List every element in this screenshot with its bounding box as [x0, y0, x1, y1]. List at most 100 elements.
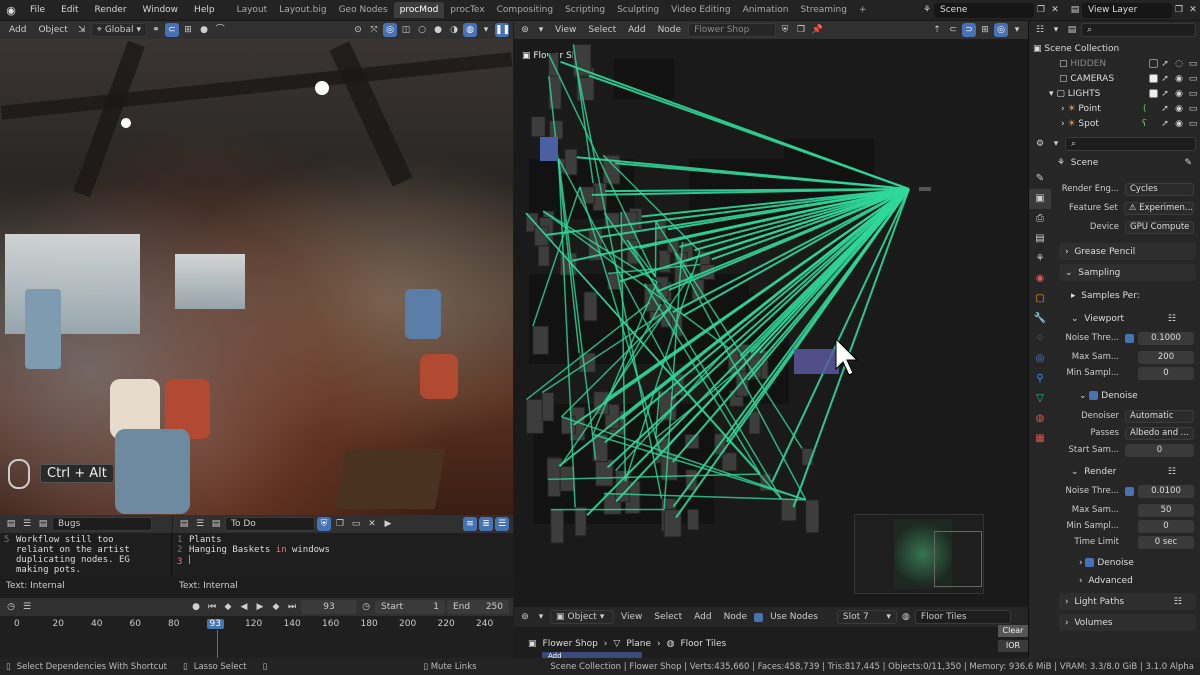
r-min-field[interactable]: 0 [1138, 519, 1194, 533]
menu-icon[interactable]: ☰ [20, 517, 34, 531]
play-icon[interactable]: ▶ [253, 600, 267, 614]
outliner-editor-icon[interactable]: ☷ [1033, 23, 1047, 37]
menu-edit[interactable]: Edit [53, 5, 86, 15]
scene-icon[interactable]: ⚘ [920, 3, 934, 17]
eye-icon[interactable]: ◉ [1172, 117, 1186, 131]
breadcrumb-item[interactable]: Flower Shop [543, 639, 598, 649]
output-tab-icon[interactable]: ⎙ [1029, 209, 1051, 229]
samples-per-panel[interactable]: ▸ Samples Per: [1065, 287, 1196, 304]
wireframe-shading-icon[interactable]: ○ [415, 23, 429, 37]
xray-icon[interactable]: ◫ [399, 23, 413, 37]
menu-help[interactable]: Help [186, 5, 223, 15]
fake-user-icon[interactable]: ⛨ [317, 517, 331, 531]
text-block-selector[interactable]: Bugs [52, 517, 152, 531]
pivot-icon[interactable]: ⚭ [149, 23, 163, 37]
node[interactable] [721, 452, 738, 472]
overlay-icon[interactable]: ◎ [994, 23, 1008, 37]
run-script-icon[interactable]: ▶ [381, 517, 395, 531]
viewport-panel[interactable]: ⌄ Viewport ☷ [1065, 310, 1196, 327]
node[interactable] [735, 371, 749, 397]
texture-tab-icon[interactable]: ▦ [1029, 429, 1051, 449]
render-engine-dropdown[interactable]: Cycles [1125, 182, 1194, 196]
node[interactable] [530, 116, 546, 138]
playhead[interactable]: 93 [206, 619, 224, 629]
start-frame-field[interactable]: Start 1 [375, 600, 445, 614]
expand-icon[interactable]: ▾ [1049, 89, 1056, 99]
chevron-down-icon[interactable]: ▾ [1049, 137, 1063, 151]
duplicate-icon[interactable]: ❐ [333, 517, 347, 531]
add-workspace-button[interactable]: + [853, 2, 873, 18]
slot-dropdown[interactable]: Slot 7 ▾ [836, 610, 897, 624]
list-icon[interactable]: ☷ [1168, 314, 1176, 324]
tab-video-editing[interactable]: Video Editing [665, 2, 736, 18]
denoise-checkbox[interactable] [1089, 391, 1099, 400]
node[interactable] [550, 509, 565, 544]
denoise-panel[interactable]: ⌄ Denoise [1073, 387, 1196, 404]
pause-render-icon[interactable]: ❚❚ [495, 23, 510, 37]
time-limit-field[interactable]: 0 sec [1138, 535, 1194, 549]
noise-threshold-checkbox[interactable] [1125, 486, 1134, 496]
node[interactable] [564, 148, 578, 176]
device-dropdown[interactable]: GPU Compute [1125, 220, 1194, 234]
breadcrumb-item[interactable]: Plane [626, 639, 651, 649]
volumes-panel[interactable]: › Volumes [1059, 614, 1196, 631]
select-icon[interactable]: ➚ [1158, 87, 1172, 101]
current-frame-field[interactable]: 93 [301, 600, 357, 614]
pin-icon[interactable]: ✎ [1184, 158, 1192, 168]
snap-target-icon[interactable]: ⊞ [181, 23, 195, 37]
denoise-render-panel[interactable]: › Denoise [1073, 554, 1196, 571]
ior-field[interactable]: IOR [998, 640, 1028, 652]
tab-proctex[interactable]: procTex [444, 2, 490, 18]
eye-closed-icon[interactable]: ◌ [1172, 57, 1186, 71]
list-icon[interactable]: ☷ [1174, 597, 1182, 607]
syntax-highlight-icon[interactable]: ☰ [495, 517, 509, 531]
node-node-menu[interactable]: Node [653, 24, 687, 36]
camera-icon[interactable]: ▭ [1186, 72, 1200, 86]
view-layer-tab-icon[interactable]: ▤ [1029, 229, 1051, 249]
node-editor-canvas[interactable]: ▣ Flower Shop [514, 39, 1028, 607]
display-mode-icon[interactable]: ▤ [1065, 23, 1079, 37]
node-add-menu[interactable]: Add [623, 24, 650, 36]
exclude-checkbox[interactable] [1149, 89, 1158, 98]
open-icon[interactable]: ▭ [349, 517, 363, 531]
editor-type-icon[interactable]: ▤ [4, 517, 18, 531]
falloff-icon[interactable]: ⌒ [213, 23, 227, 37]
node[interactable] [595, 459, 614, 487]
camera-icon[interactable]: ▭ [1186, 117, 1200, 131]
orientation-dropdown[interactable]: ⌖ Global ▾ [90, 23, 148, 37]
snap-toggle-icon[interactable]: ⊃ [962, 23, 976, 37]
node-select-menu[interactable]: Select [583, 24, 621, 36]
scene-tab-icon[interactable]: ⚘ [1029, 249, 1051, 269]
grease-pencil-panel[interactable]: › Grease Pencil [1059, 243, 1196, 260]
editor-type-icon[interactable]: ⊚ [518, 610, 532, 624]
menu-render[interactable]: Render [87, 5, 135, 15]
viewport-add-menu[interactable]: Add [4, 24, 31, 36]
passes-dropdown[interactable]: Albedo and ... [1125, 426, 1194, 440]
selected-node[interactable] [794, 349, 839, 374]
scene-selector[interactable]: Scene [934, 2, 1034, 18]
duplicate-icon[interactable]: ❐ [794, 23, 808, 37]
editor-type-icon[interactable]: ⊚ [518, 23, 532, 37]
blender-logo-icon[interactable]: ◉ [0, 4, 22, 17]
text-editor-2[interactable]: 1 Plants 2 Hanging Baskets in windows 3 [173, 533, 513, 577]
denoiser-dropdown[interactable]: Automatic [1125, 409, 1194, 423]
properties-editor-icon[interactable]: ⚙ [1033, 137, 1047, 151]
outliner-item-cameras[interactable]: ▢ CAMERAS ➚ ◉ ▭ [1029, 71, 1200, 86]
feature-set-dropdown[interactable]: ⚠ Experimen... [1123, 201, 1194, 215]
advanced-panel[interactable]: › Advanced [1073, 572, 1196, 589]
exclude-checkbox[interactable] [1149, 74, 1158, 83]
denoise-render-checkbox[interactable] [1085, 558, 1095, 567]
r-noise-field[interactable]: 0.0100 [1138, 484, 1194, 498]
outliner-item-spot[interactable]: › ☀ Spot ʕ ➚ ◉ ▭ [1029, 116, 1200, 131]
eye-icon[interactable]: ◉ [1172, 87, 1186, 101]
breadcrumb-item[interactable]: Floor Tiles [680, 639, 726, 649]
clear-button[interactable]: Clear [998, 625, 1028, 637]
new-scene-icon[interactable]: ❐ [1034, 3, 1048, 17]
list-icon[interactable]: ☷ [1168, 467, 1176, 477]
prev-key-icon[interactable]: ◆ [221, 600, 235, 614]
node[interactable] [583, 291, 598, 322]
parent-tree-icon[interactable]: ⇡ [930, 23, 944, 37]
timeline-track[interactable]: 0 20 40 60 80 93 120 140 160 180 200 220 240 [0, 616, 513, 658]
object-tab-icon[interactable]: ▢ [1029, 289, 1051, 309]
tab-layout-big[interactable]: Layout.big [273, 2, 332, 18]
